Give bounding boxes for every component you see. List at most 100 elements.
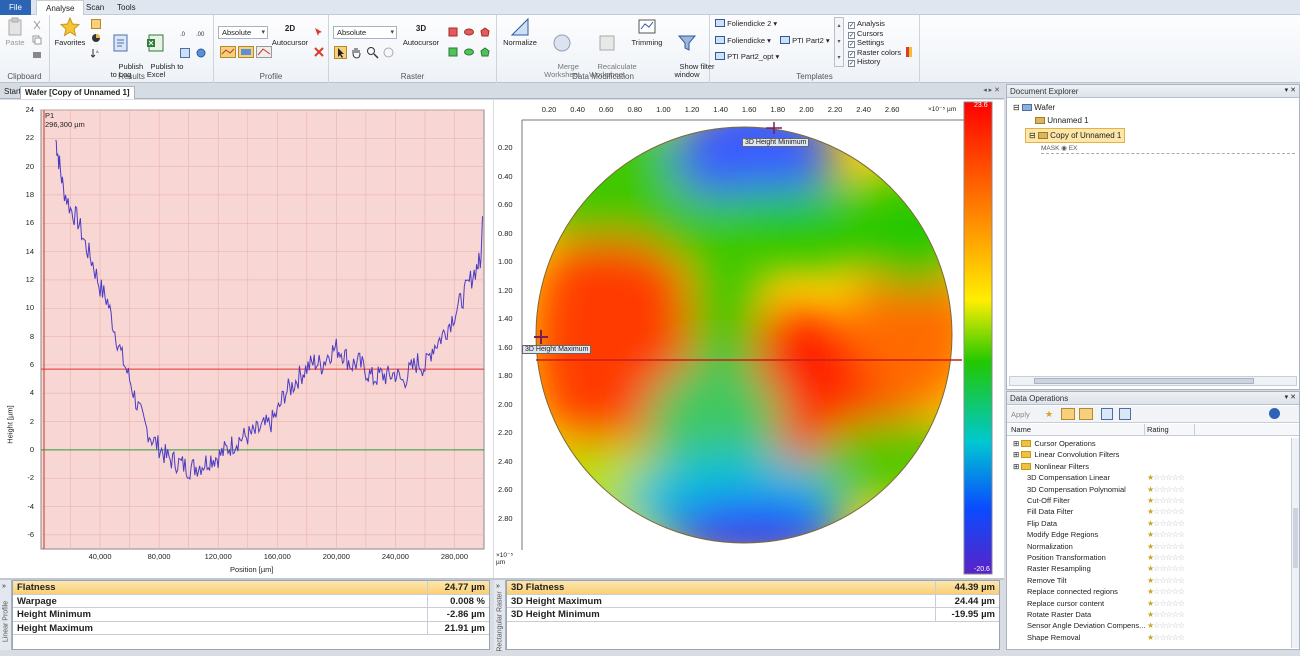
tab-wafer[interactable]: Wafer [Copy of Unnamed 1] [20, 86, 135, 99]
raster-map[interactable] [494, 100, 1004, 578]
rating-stars[interactable]: ★☆☆☆☆☆ [1147, 575, 1185, 586]
ops-vscrollbar[interactable] [1291, 438, 1299, 648]
result-row[interactable]: Flatness 24.77 µm [13, 581, 489, 595]
col-name-header[interactable]: Name [1011, 424, 1031, 436]
ops-item[interactable]: Remove Tilt ★☆☆☆☆☆ [1027, 575, 1291, 586]
explorer-hscrollbar[interactable] [1009, 376, 1297, 386]
ops-item[interactable]: Shape Removal ★☆☆☆☆☆ [1027, 632, 1291, 643]
raster-mode-select[interactable]: Absolute [333, 26, 397, 39]
decimal-increase-icon[interactable]: .00 [196, 28, 206, 38]
result-row[interactable]: 3D Height Maximum 24.44 µm [507, 594, 999, 608]
wizard-icon[interactable] [1119, 408, 1131, 420]
copy-icon[interactable] [32, 35, 42, 45]
ops-folder[interactable]: ⊞ Cursor Operations [1013, 438, 1096, 449]
templates-scroll[interactable]: ▴ ▾ ▾ [834, 17, 844, 67]
check-history[interactable]: ✓ History [848, 57, 880, 67]
ops-item[interactable]: Raster Resampling ★☆☆☆☆☆ [1027, 563, 1291, 574]
ops-item[interactable]: Replace connected regions ★☆☆☆☆☆ [1027, 586, 1291, 597]
rating-stars[interactable]: ★☆☆☆☆☆ [1147, 598, 1185, 609]
hand-icon[interactable] [350, 46, 363, 59]
ops-item[interactable]: 3D Compensation Polynomial ★☆☆☆☆☆ [1027, 484, 1291, 495]
globe-icon[interactable] [196, 48, 206, 58]
green-polygon-icon[interactable] [480, 47, 490, 57]
check-raster-colors[interactable]: ✓ Raster colors [848, 48, 901, 58]
rating-stars[interactable]: ★☆☆☆☆☆ [1147, 620, 1185, 631]
rating-stars[interactable]: ★☆☆☆☆☆ [1147, 563, 1185, 574]
profile-view-2-icon[interactable] [238, 46, 254, 58]
green-rect-icon[interactable] [448, 47, 458, 57]
trimming-button[interactable]: Trimming [631, 17, 663, 47]
table-icon[interactable] [180, 48, 190, 58]
view-list-icon[interactable] [1079, 408, 1093, 420]
ops-item[interactable]: Flip Data ★☆☆☆☆☆ [1027, 518, 1291, 529]
rating-stars[interactable]: ★☆☆☆☆☆ [1147, 506, 1185, 517]
check-analysis[interactable]: ✓ Analysis [848, 19, 885, 29]
left-side-tab[interactable]: » Linear Profile [0, 580, 12, 650]
reset-view-icon[interactable] [382, 46, 395, 59]
favorites-button[interactable]: Favorites [54, 17, 86, 47]
scroll-thumb[interactable] [1034, 378, 1254, 384]
ops-item[interactable]: 3D Compensation Linear ★☆☆☆☆☆ [1027, 472, 1291, 483]
pane-controls-icon[interactable]: ▾ ✕ [1285, 393, 1296, 401]
ops-folder[interactable]: ⊞ Nonlinear Filters [1013, 461, 1089, 472]
red-polygon-icon[interactable] [480, 27, 490, 37]
decimal-icon[interactable]: .0 [180, 28, 190, 38]
result-row[interactable]: Height Maximum 21.91 µm [13, 621, 489, 635]
scroll-thumb[interactable] [1293, 508, 1298, 568]
template-foliendicke-2[interactable]: Foliendicke 2 ▾ [715, 19, 777, 28]
normalize-button[interactable]: Normalize [501, 17, 539, 47]
cursor-pick-icon[interactable] [314, 27, 324, 37]
ops-item[interactable]: Cut-Off Filter ★☆☆☆☆☆ [1027, 495, 1291, 506]
zoom-icon[interactable] [366, 46, 379, 59]
rating-stars[interactable]: ★☆☆☆☆☆ [1147, 552, 1185, 563]
profile-view-1-icon[interactable] [220, 46, 236, 58]
apply-button[interactable]: Apply [1011, 410, 1030, 419]
ops-item[interactable]: Position Transformation ★☆☆☆☆☆ [1027, 552, 1291, 563]
rating-stars[interactable]: ★☆☆☆☆☆ [1147, 484, 1185, 495]
sort-icon[interactable]: A [91, 48, 101, 58]
red-ellipse-icon[interactable] [464, 27, 474, 37]
rating-stars[interactable]: ★☆☆☆☆☆ [1147, 472, 1185, 483]
rating-stars[interactable]: ★☆☆☆☆☆ [1147, 609, 1185, 620]
check-settings[interactable]: ✓ Settings [848, 38, 884, 48]
green-ellipse-icon[interactable] [464, 47, 474, 57]
pointer-icon[interactable] [334, 46, 347, 59]
rating-stars[interactable]: ★☆☆☆☆☆ [1147, 632, 1185, 643]
result-pie-icon[interactable] [91, 33, 101, 43]
check-cursors[interactable]: ✓ Cursors [848, 29, 883, 39]
result-grid-icon[interactable] [91, 19, 101, 29]
rating-stars[interactable]: ★☆☆☆☆☆ [1147, 541, 1185, 552]
profile-mode-select[interactable]: Absolute [218, 26, 268, 39]
template-pti-part2[interactable]: PTI Part2 ▾ [780, 36, 830, 45]
format-icon[interactable] [32, 50, 42, 60]
col-rating-header[interactable]: Rating [1147, 424, 1169, 436]
tab-nav-arrows[interactable]: ◂ ▸ ✕ [983, 86, 1000, 94]
result-row[interactable]: Warpage 0.008 % [13, 594, 489, 608]
mask-layer[interactable]: MASK ◉ EX [1041, 144, 1295, 154]
menu-file[interactable]: File [0, 0, 31, 15]
rating-stars[interactable]: ★☆☆☆☆☆ [1147, 586, 1185, 597]
paste-button[interactable]: Paste [4, 17, 26, 47]
tree-root-wafer[interactable]: ⊟ Wafer [1013, 101, 1055, 114]
ops-item[interactable]: Replace cursor content ★☆☆☆☆☆ [1027, 598, 1291, 609]
help-icon[interactable] [1269, 408, 1280, 419]
tree-item-copy-of-unnamed-1[interactable]: ⊟ Copy of Unnamed 1 [1025, 128, 1126, 143]
raster-autocursor-button[interactable]: 3D Autocursor [401, 19, 441, 47]
red-rect-icon[interactable] [448, 27, 458, 37]
ops-item[interactable]: Sensor Angle Deviation Compens... ★☆☆☆☆☆ [1027, 620, 1291, 631]
ops-item[interactable]: Normalization ★☆☆☆☆☆ [1027, 541, 1291, 552]
menu-tools[interactable]: Tools [108, 0, 145, 15]
view-grid-icon[interactable] [1061, 408, 1075, 420]
ops-item[interactable]: Fill Data Filter ★☆☆☆☆☆ [1027, 506, 1291, 517]
pin-icon[interactable]: ▾ ✕ [1285, 86, 1296, 94]
template-foliendicke[interactable]: Foliendicke ▾ [715, 36, 771, 45]
tree-item-unnamed-1[interactable]: Unnamed 1 [1035, 114, 1089, 127]
result-row[interactable]: Height Minimum -2.86 µm [13, 608, 489, 622]
rating-stars[interactable]: ★☆☆☆☆☆ [1147, 529, 1185, 540]
ops-item[interactable]: Rotate Raster Data ★☆☆☆☆☆ [1027, 609, 1291, 620]
rating-stars[interactable]: ★☆☆☆☆☆ [1147, 495, 1185, 506]
result-row[interactable]: 3D Flatness 44.39 µm [507, 581, 999, 595]
right-side-tab[interactable]: » Rectangular Raster [494, 580, 506, 652]
profile-view-3-icon[interactable] [256, 46, 272, 58]
ops-item[interactable]: Modify Edge Regions ★☆☆☆☆☆ [1027, 529, 1291, 540]
